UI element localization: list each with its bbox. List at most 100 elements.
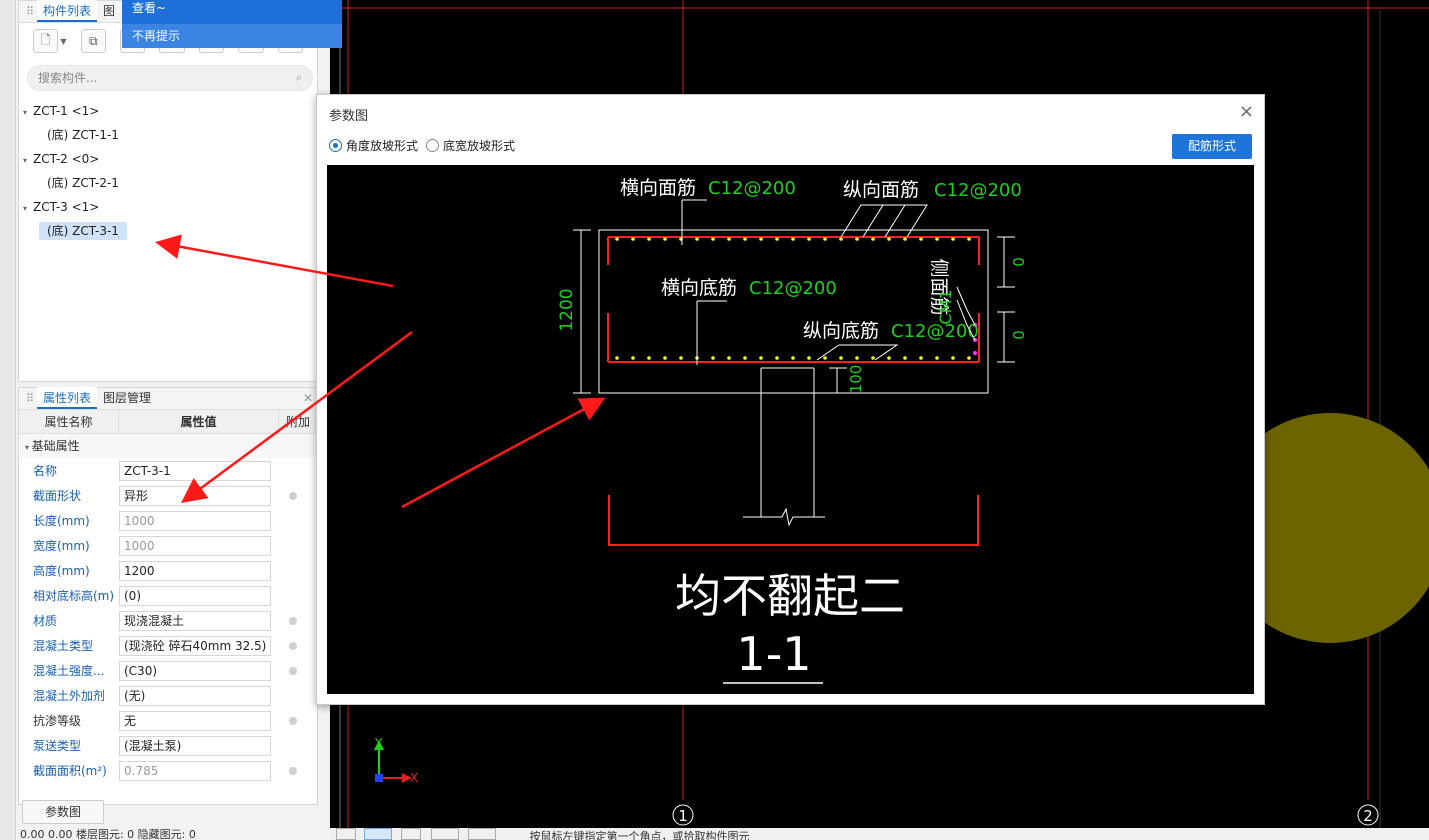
section-note: 均不翻起二: [675, 569, 905, 623]
tab-layer-management[interactable]: 图层管理: [97, 387, 157, 409]
radio-base-width-slope[interactable]: [426, 139, 440, 152]
property-row[interactable]: 抗渗等级 无: [19, 708, 317, 733]
property-name: 抗渗等级: [33, 714, 82, 728]
property-value[interactable]: 无: [119, 710, 271, 731]
property-row[interactable]: 相对底标高(m) (0): [19, 583, 317, 608]
top-longitudinal-label: 纵向面筋: [843, 179, 919, 201]
tab-property-list[interactable]: 属性列表: [37, 387, 98, 409]
radio-base-width-slope-label[interactable]: 底宽放坡形式: [443, 137, 515, 154]
angle-tool-icon[interactable]: [468, 828, 496, 840]
property-row[interactable]: 混凝土类型 (现浇砼 碎石40mm 32.5): [19, 633, 317, 658]
rebar-dot: [615, 356, 619, 360]
property-value[interactable]: (现浇砼 碎石40mm 32.5): [119, 635, 271, 656]
window-select-icon[interactable]: [363, 828, 392, 840]
property-value[interactable]: 1200: [119, 560, 271, 581]
select-tool-icon[interactable]: [336, 828, 356, 840]
attach-dot-icon[interactable]: [289, 641, 297, 650]
property-row[interactable]: 高度(mm) 1200: [19, 558, 317, 583]
expand-arrow-icon[interactable]: ▾: [23, 101, 33, 125]
close-icon[interactable]: ✕: [303, 391, 313, 405]
property-section[interactable]: ▾ 基础属性: [19, 434, 317, 458]
property-value[interactable]: 1000: [119, 535, 271, 556]
attach-dot-icon[interactable]: [289, 666, 297, 675]
property-row[interactable]: 名称 ZCT-3-1: [19, 458, 317, 483]
rebar-dot: [663, 237, 667, 241]
tree-item-zct2-1[interactable]: (底) ZCT-2-1: [19, 171, 317, 195]
property-value[interactable]: 现浇混凝土: [119, 610, 271, 631]
rebar-dot: [823, 356, 827, 360]
property-value[interactable]: (无): [119, 685, 271, 706]
property-row[interactable]: 截面面积(m²) 0.785: [19, 758, 317, 783]
property-value[interactable]: (C30): [119, 660, 271, 681]
rebar-dot: [919, 356, 923, 360]
property-row[interactable]: 混凝土外加剂 (无): [19, 683, 317, 708]
cover-100-dimension: 100: [847, 365, 865, 394]
property-row[interactable]: 混凝土强度... (C30): [19, 658, 317, 683]
property-value[interactable]: 1000: [119, 510, 271, 531]
property-name: 名称: [33, 464, 58, 478]
tip-dismiss-button[interactable]: 不再提示: [122, 24, 342, 48]
section-label: 基础属性: [31, 439, 80, 453]
top-longitudinal-leader: [840, 204, 928, 238]
rebar-dot: [775, 237, 779, 241]
expand-arrow-icon[interactable]: ▾: [23, 149, 33, 173]
property-name: 截面面积(m²): [33, 764, 107, 778]
property-value[interactable]: ZCT-3-1: [119, 460, 271, 481]
radio-angle-slope[interactable]: [329, 139, 342, 152]
component-search[interactable]: ⌕: [27, 65, 313, 91]
property-name: 泵送类型: [33, 739, 82, 753]
property-row[interactable]: 泵送类型 (混凝土泵): [19, 733, 317, 758]
tab-drawing[interactable]: 图: [97, 0, 121, 22]
copy-icon[interactable]: ⧉: [80, 29, 106, 53]
section-label: 1-1: [736, 627, 811, 681]
attach-dot-icon[interactable]: [289, 716, 297, 725]
rebar-dot: [967, 237, 971, 241]
property-name: 材质: [33, 614, 58, 628]
property-value[interactable]: (混凝土泵): [119, 735, 271, 756]
search-icon[interactable]: ⌕: [296, 71, 302, 85]
tree-item-zct1-1[interactable]: (底) ZCT-1-1: [19, 123, 317, 147]
search-input[interactable]: [38, 71, 278, 85]
radio-angle-slope-label[interactable]: 角度放坡形式: [346, 137, 418, 154]
property-value[interactable]: (0): [119, 585, 271, 606]
chevron-down-icon[interactable]: ▼: [60, 37, 66, 46]
rebar-dot: [711, 237, 715, 241]
rebar-dot: [615, 237, 619, 241]
command-hint: 按鼠标左键指定第一个角点，或拾取构件图元: [529, 830, 750, 840]
tab-component-list[interactable]: 构件列表: [37, 0, 98, 22]
param-diagram-button[interactable]: 参数图: [22, 800, 104, 824]
rebar-dot: [935, 356, 939, 360]
property-row[interactable]: 材质 现浇混凝土: [19, 608, 317, 633]
property-row[interactable]: 截面形状 异形: [19, 483, 317, 508]
rebar-dot: [871, 237, 875, 241]
close-button[interactable]: ×: [1239, 103, 1254, 121]
bottom-transverse-label: 横向底筋: [661, 277, 737, 299]
line-tool-icon[interactable]: [430, 828, 459, 840]
cross-tool-icon[interactable]: [401, 828, 421, 840]
attach-dot-icon[interactable]: [289, 766, 297, 775]
attach-dot-icon[interactable]: [289, 616, 297, 625]
param-drawing-svg: 1200 0 0 100 横向面筋 C12@200 纵向面筋 C12@200 横…: [557, 177, 1028, 684]
drag-grip-icon[interactable]: ⠿: [23, 391, 37, 407]
expand-arrow-icon[interactable]: ▾: [23, 197, 33, 221]
attach-dot-icon[interactable]: [289, 491, 297, 500]
tree-group-zct1[interactable]: ▾ ZCT-1 <1>: [19, 99, 317, 123]
tree-item-zct3-1[interactable]: (底) ZCT-3-1: [19, 219, 317, 243]
bottom-cover-dimension: 0: [1010, 330, 1028, 340]
rebar-form-button[interactable]: 配筋形式: [1172, 134, 1252, 159]
tip-view-text[interactable]: 查看~: [122, 0, 342, 24]
bottom-rebar-bracket: [608, 495, 979, 546]
new-component-icon[interactable]: 🗋: [33, 29, 59, 53]
tree-group-label: ZCT-1 <1>: [33, 104, 100, 118]
rebar-dot: [679, 356, 683, 360]
property-row[interactable]: 宽度(mm) 1000: [19, 533, 317, 558]
component-tree: ▾ ZCT-1 <1> (底) ZCT-1-1 ▾ ZCT-2 <0> (底) ZC…: [19, 99, 317, 243]
axis-label-2: 2: [1363, 807, 1373, 825]
property-row[interactable]: 长度(mm) 1000: [19, 508, 317, 533]
drag-grip-icon[interactable]: ⠿: [23, 4, 37, 20]
tree-group-zct3[interactable]: ▾ ZCT-3 <1>: [19, 195, 317, 219]
property-value[interactable]: 0.785: [119, 760, 271, 781]
tree-group-zct2[interactable]: ▾ ZCT-2 <0>: [19, 147, 317, 171]
property-value[interactable]: 异形: [119, 485, 271, 506]
property-name: 混凝土外加剂: [33, 689, 106, 703]
